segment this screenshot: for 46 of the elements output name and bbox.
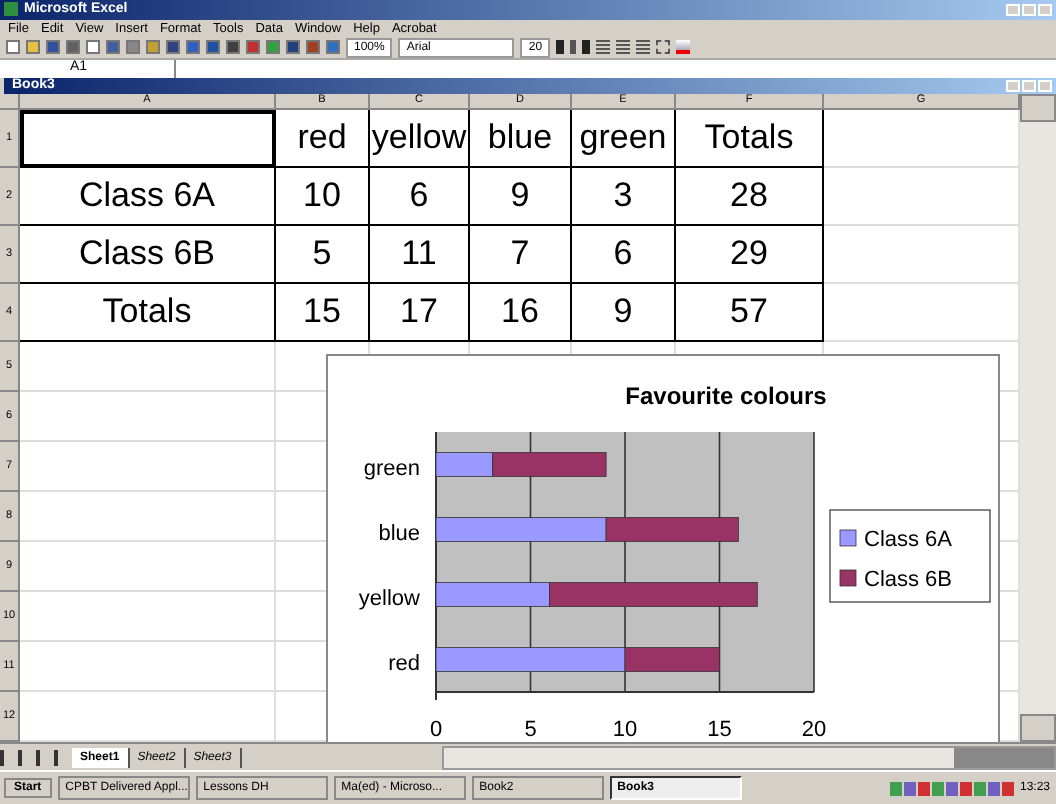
table-cell: green xyxy=(572,109,676,168)
system-tray-icons[interactable] xyxy=(889,781,1014,796)
select-all-corner[interactable] xyxy=(0,93,20,110)
chart-title: Favourite colours xyxy=(625,381,827,410)
font-color-icon[interactable] xyxy=(676,40,691,55)
table-cell: Class 6B xyxy=(20,225,276,284)
table-cell: 5 xyxy=(276,225,370,284)
align-right-icon[interactable] xyxy=(636,40,651,55)
active-cell[interactable] xyxy=(20,109,276,168)
table-cell: red xyxy=(276,109,370,168)
table-cell: 17 xyxy=(370,283,470,342)
table-cell: Totals xyxy=(676,109,824,168)
align-center-icon[interactable] xyxy=(616,40,631,55)
table-cell: blue xyxy=(470,109,572,168)
axis-tick-label: 0 xyxy=(429,717,443,742)
table-cell: 28 xyxy=(676,167,824,226)
table-cell: 15 xyxy=(276,283,370,342)
borders-icon[interactable] xyxy=(656,40,671,55)
vertical-scrollbar[interactable] xyxy=(1020,93,1056,743)
horizontal-scrollbar[interactable] xyxy=(441,745,1056,770)
table-cell: 29 xyxy=(676,225,824,284)
table-cell: 11 xyxy=(370,225,470,284)
table-cell: 9 xyxy=(572,283,676,342)
table-cell: 3 xyxy=(572,167,676,226)
axis-tick-label: 15 xyxy=(707,717,732,742)
category-label: yellow xyxy=(358,586,420,611)
table-cell: 6 xyxy=(572,225,676,284)
table-cell: 57 xyxy=(676,283,824,342)
table-cell: 7 xyxy=(470,225,572,284)
axis-tick-label: 5 xyxy=(524,717,537,742)
category-label: blue xyxy=(378,521,420,546)
axis-tick-label: 10 xyxy=(612,717,638,742)
align-left-icon[interactable] xyxy=(596,40,611,55)
axis-tick-label: 20 xyxy=(801,717,827,742)
legend-label: Class 6A xyxy=(864,527,954,552)
spreadsheet-icon xyxy=(4,2,18,17)
table-cell: 10 xyxy=(276,167,370,226)
category-label: red xyxy=(388,651,420,676)
table-cell: 9 xyxy=(470,167,572,226)
table-cell: Class 6A xyxy=(20,167,276,226)
table-cell: Totals xyxy=(20,283,276,342)
table-cell: 16 xyxy=(470,283,572,342)
table-cell: 6 xyxy=(370,167,470,226)
legend-label: Class 6B xyxy=(864,567,953,592)
table-cell: yellow xyxy=(370,109,470,168)
category-label: green xyxy=(363,456,420,481)
